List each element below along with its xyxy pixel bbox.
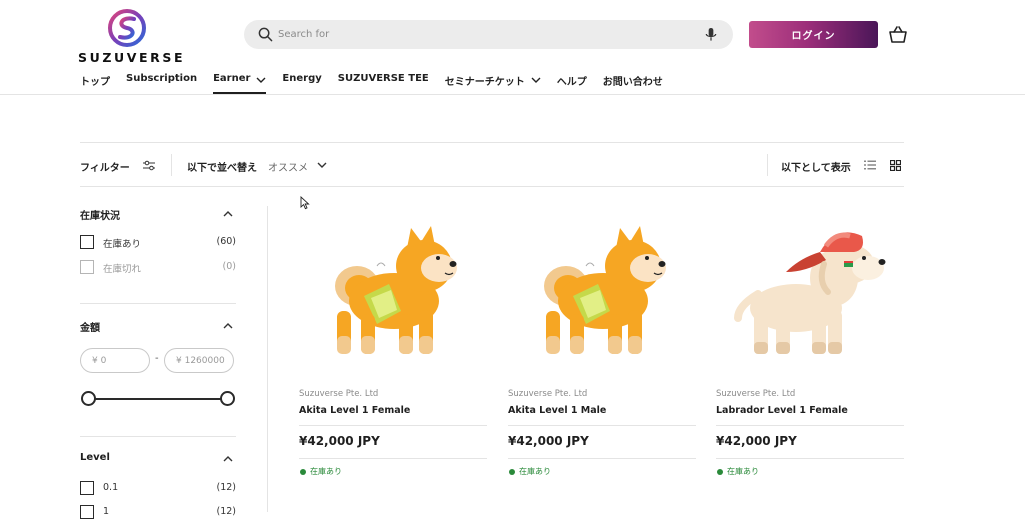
toolbar-divider [767,154,768,176]
nav-item-energy[interactable]: Energy [282,73,321,93]
product-price: ¥42,000 JPY [299,434,380,448]
price-min-input[interactable] [80,348,150,373]
akita-dog-image[interactable] [299,206,487,376]
card-divider [716,425,904,426]
nav-label: トップ [80,77,110,88]
search-bar[interactable] [244,20,733,49]
product-vendor: Suzuverse Pte. Ltd [508,389,588,399]
nav-item-earner[interactable]: Earner [213,73,267,94]
product-vendor: Suzuverse Pte. Ltd [299,389,379,399]
cart-icon[interactable] [889,26,907,43]
stock-status: 在庫あり [310,467,342,476]
grid-view-icon[interactable] [890,160,901,171]
nav-item-seminar-ticket[interactable]: セミナーチケット [445,73,541,93]
stock-status: 在庫あり [727,467,759,476]
nav-label: Earner [213,73,251,84]
facet-title-availability[interactable]: 在庫状況 [80,207,120,222]
product-price: ¥42,000 JPY [508,434,589,448]
chevron-up-icon[interactable] [223,210,233,217]
collection-toolbar: フィルター 以下で並べ替え オススメ 以下として表示 [80,142,904,187]
facet-title-level[interactable]: Level [80,452,110,463]
nav-label: お問い合わせ [602,77,663,88]
product-title[interactable]: Akita Level 1 Female [299,405,410,416]
product-card[interactable]: Suzuverse Pte. Ltd Akita Level 1 Female … [299,206,487,506]
sort-label: 以下で並べ替え [187,163,257,174]
card-divider [716,458,904,459]
nav-item-top[interactable]: トップ [80,73,110,93]
option-label: 在庫切れ [103,264,142,275]
view-as-label: 以下として表示 [781,163,851,174]
card-divider [508,458,696,459]
filter-sidebar: 在庫状況 在庫あり (60) 在庫切れ (0) 金額 - Level 0.1 (… [80,187,236,519]
brand-logo[interactable]: SUZUVERSE [78,8,186,65]
product-title[interactable]: Akita Level 1 Male [508,405,606,416]
facet-divider [80,436,236,437]
product-card[interactable]: Suzuverse Pte. Ltd Labrador Level 1 Fema… [716,206,904,506]
filter-sliders-icon[interactable] [143,160,155,171]
chevron-down-icon[interactable] [317,162,327,169]
login-button[interactable]: ログイン [749,21,878,48]
labrador-dog-image[interactable] [716,206,904,376]
logo-swirl-icon [108,9,146,47]
option-count: (60) [216,236,236,247]
nav-label: SUZUVERSE TEE [337,73,429,84]
price-slider-min-handle[interactable] [81,391,96,406]
product-vendor: Suzuverse Pte. Ltd [716,389,796,399]
checkbox[interactable] [80,505,94,519]
nav-label: Energy [282,73,322,84]
checkbox[interactable] [80,481,94,495]
chevron-up-icon[interactable] [223,455,233,462]
in-stock-dot-icon [509,469,515,475]
nav-item-help[interactable]: ヘルプ [557,73,587,93]
price-slider-max-handle[interactable] [220,391,235,406]
price-range-dash: - [155,353,159,364]
facet-divider [80,303,236,304]
nav-item-subscription[interactable]: Subscription [126,73,197,93]
list-view-icon[interactable] [864,160,876,170]
filter-option-level-0-1[interactable]: 0.1 (12) [80,481,236,495]
nav-label: Subscription [126,73,198,84]
product-title[interactable]: Labrador Level 1 Female [716,405,848,416]
stock-status: 在庫あり [519,467,551,476]
checkbox[interactable] [80,260,94,274]
chevron-up-icon[interactable] [223,322,233,329]
price-slider-track[interactable] [88,398,227,400]
checkbox[interactable] [80,235,94,249]
nav-item-suzuverse-tee[interactable]: SUZUVERSE TEE [338,73,429,93]
nav-label: ヘルプ [556,77,587,88]
chevron-down-icon [531,77,541,83]
filter-option-out-of-stock[interactable]: 在庫切れ (0) [80,260,236,275]
option-label: 在庫あり [103,239,142,250]
price-max-input[interactable] [164,348,234,373]
filter-option-level-1[interactable]: 1 (12) [80,505,236,519]
toolbar-divider [171,154,172,176]
sort-select[interactable]: オススメ [268,159,308,174]
card-divider [299,425,487,426]
product-price: ¥42,000 JPY [716,434,797,448]
option-count: (0) [222,261,236,272]
chevron-down-icon [256,77,266,83]
brand-name: SUZUVERSE [78,50,186,65]
main-nav: トップ Subscription Earner Energy SUZUVERSE… [80,73,679,94]
in-stock-dot-icon [300,469,306,475]
card-divider [299,458,487,459]
filter-option-in-stock[interactable]: 在庫あり (60) [80,235,236,250]
search-input[interactable] [278,25,678,44]
product-card[interactable]: Suzuverse Pte. Ltd Akita Level 1 Male ¥4… [508,206,696,506]
card-divider [508,425,696,426]
microphone-icon[interactable] [704,27,718,42]
nav-label: セミナーチケット [444,77,525,88]
nav-item-contact[interactable]: お問い合わせ [603,73,663,93]
option-count: (12) [216,482,236,493]
in-stock-dot-icon [717,469,723,475]
sidebar-divider [267,206,268,512]
filter-toggle-label[interactable]: フィルター [80,159,130,174]
site-header: SUZUVERSE ログイン トップ Subscription Earner E… [0,0,1025,95]
akita-dog-image[interactable] [508,206,696,376]
search-icon[interactable] [258,27,273,42]
option-label: 0.1 [103,482,119,493]
facet-title-price[interactable]: 金額 [80,319,100,334]
